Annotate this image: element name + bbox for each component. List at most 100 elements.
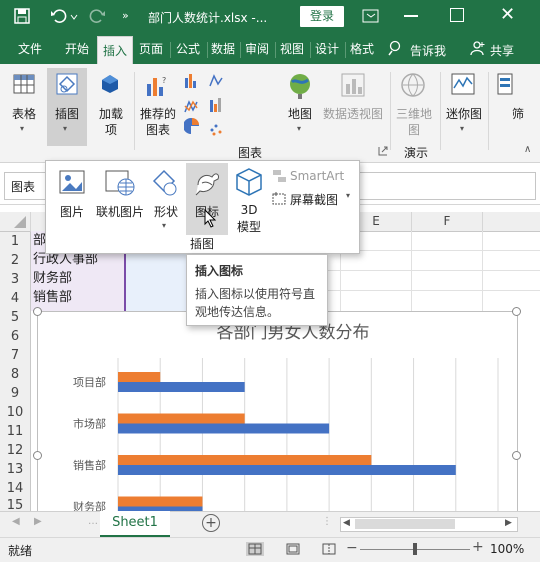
share-person-icon xyxy=(470,40,486,56)
tooltip-line2: 观地传达信息。 xyxy=(195,305,280,319)
chart-bar[interactable] xyxy=(118,496,203,507)
tab-insert[interactable]: 插入 xyxy=(97,36,133,65)
column-header-g[interactable] xyxy=(483,212,540,232)
undo-icon[interactable] xyxy=(50,8,68,24)
ready-status: 就绪 xyxy=(8,544,33,558)
column-header-f[interactable]: F xyxy=(412,212,483,232)
picture-button[interactable]: 图片 xyxy=(50,163,94,227)
grid-line xyxy=(411,231,412,311)
3d-models-button[interactable]: 3D 模型 xyxy=(228,163,270,234)
row-header[interactable]: 3 xyxy=(0,270,31,290)
tab-view[interactable]: 视图 xyxy=(276,34,308,64)
zoom-slider-thumb[interactable] xyxy=(413,543,417,555)
tab-file[interactable]: 文件 xyxy=(10,34,50,64)
ribbon-display-icon[interactable] xyxy=(362,8,380,24)
dialog-launcher-icon[interactable] xyxy=(378,145,388,156)
3d-map-button[interactable]: 三维地 xyxy=(392,105,436,122)
chart-bar[interactable] xyxy=(118,382,245,392)
row-header[interactable]: 5 xyxy=(0,308,31,328)
scrollbar-thumb[interactable] xyxy=(355,519,455,529)
screenshot-button[interactable]: 屏幕截图 ▾ xyxy=(272,189,358,207)
add-sheet-icon[interactable]: + xyxy=(202,514,220,532)
save-icon[interactable] xyxy=(14,8,30,24)
row-header[interactable]: 7 xyxy=(0,346,31,366)
recommended-charts-button[interactable]: 推荐的 xyxy=(136,105,180,122)
shapes-button[interactable]: 形状 ▾ xyxy=(146,163,186,243)
maximize-icon[interactable] xyxy=(450,8,464,22)
share-button[interactable]: 共享 xyxy=(490,42,514,59)
row-header[interactable]: 12 xyxy=(0,441,31,461)
scroll-right-icon[interactable]: ▶ xyxy=(505,518,512,528)
row-header[interactable]: 15 xyxy=(0,498,31,512)
sheet-tab-sheet1[interactable]: Sheet1 xyxy=(100,511,170,538)
scroll-left-icon[interactable]: ◀ xyxy=(343,518,350,528)
chart-bar[interactable] xyxy=(118,372,161,382)
row-header[interactable]: 9 xyxy=(0,384,31,404)
resize-handle[interactable] xyxy=(33,451,42,460)
horizontal-scrollbar[interactable]: ◀ ▶ xyxy=(340,517,518,532)
illustrations-group-label: 插图 xyxy=(189,237,214,251)
illustrations-button[interactable]: 插图 ▾ xyxy=(47,68,87,146)
normal-view-icon[interactable] xyxy=(246,542,264,556)
bar-chart[interactable]: 各部门男女人数分布 项目部 市场部 销售部 财务部 xyxy=(37,311,518,513)
smartart-button[interactable]: SmartArt xyxy=(272,167,358,185)
online-picture-button[interactable]: 联机图片 xyxy=(94,163,146,227)
filter-button[interactable]: 筛 xyxy=(508,105,528,122)
close-icon[interactable]: ✕ xyxy=(500,4,515,25)
tab-data[interactable]: 数据 xyxy=(208,34,238,64)
chart-type-gallery[interactable] xyxy=(183,72,232,140)
collapse-ribbon-icon[interactable]: ∧ xyxy=(524,144,531,155)
cell-a4[interactable]: 销售部 xyxy=(31,288,125,307)
row-header[interactable]: 6 xyxy=(0,327,31,347)
row-header[interactable]: 13 xyxy=(0,460,31,480)
pivot-chart-button[interactable]: 数据透视图 xyxy=(320,105,386,122)
tab-home[interactable]: 开始 xyxy=(60,34,94,64)
tab-review[interactable]: 审阅 xyxy=(241,34,273,64)
row-header[interactable]: 2 xyxy=(0,251,31,271)
sheet-overflow-icon[interactable]: ⋮ xyxy=(322,516,332,527)
chart-bar[interactable] xyxy=(118,465,456,475)
smartart-icon xyxy=(272,169,288,183)
addins-button[interactable]: 加载 xyxy=(92,105,130,122)
page-break-view-icon[interactable] xyxy=(320,542,338,556)
row-header[interactable]: 1 xyxy=(0,232,31,252)
page-layout-view-icon[interactable] xyxy=(284,542,302,556)
formula-input[interactable] xyxy=(358,172,536,200)
row-header[interactable]: 14 xyxy=(0,479,31,499)
chart-bar[interactable] xyxy=(118,423,330,434)
tab-page-layout[interactable]: 页面布 xyxy=(134,34,168,64)
sheet-overflow-icon[interactable]: … xyxy=(88,516,98,527)
zoom-level[interactable]: 100% xyxy=(490,542,524,556)
sparklines-button[interactable]: 迷你图 xyxy=(442,105,486,122)
resize-handle[interactable] xyxy=(512,307,521,316)
tab-design[interactable]: 设计 xyxy=(311,34,343,64)
chart-bar[interactable] xyxy=(118,455,372,465)
name-box-value: 图表 xyxy=(11,180,36,194)
tell-me-box[interactable]: 告诉我 xyxy=(410,42,446,59)
zoom-out-icon[interactable]: − xyxy=(346,540,358,556)
resize-handle[interactable] xyxy=(512,451,521,460)
shapes-icon xyxy=(150,167,180,197)
zoom-in-icon[interactable]: + xyxy=(472,539,484,555)
minimize-icon[interactable] xyxy=(404,15,418,17)
prev-sheet-icon[interactable]: ◀ xyxy=(12,516,20,527)
customize-toolbar-icon[interactable]: » xyxy=(122,9,129,22)
row-header[interactable]: 8 xyxy=(0,365,31,385)
resize-handle[interactable] xyxy=(33,307,42,316)
row-header[interactable]: 10 xyxy=(0,403,31,423)
tab-format[interactable]: 格式 xyxy=(346,34,378,64)
row-header[interactable]: 11 xyxy=(0,422,31,442)
chevron-down-icon: ▾ xyxy=(460,124,465,133)
row-header[interactable]: 4 xyxy=(0,289,31,309)
login-button[interactable]: 登录 xyxy=(300,6,344,27)
select-all-corner[interactable] xyxy=(0,212,31,232)
table-button[interactable]: 表格 xyxy=(4,105,44,122)
map-button[interactable]: 地图 xyxy=(280,105,320,122)
charts-group-label: 图表 xyxy=(237,146,262,160)
tab-formulas[interactable]: 公式 xyxy=(171,34,205,64)
chart-bar[interactable] xyxy=(118,413,245,424)
next-sheet-icon[interactable]: ▶ xyxy=(34,516,42,527)
cell-a3[interactable]: 财务部 xyxy=(31,269,125,288)
redo-icon[interactable] xyxy=(88,8,106,24)
undo-dropdown-icon[interactable] xyxy=(70,10,78,20)
